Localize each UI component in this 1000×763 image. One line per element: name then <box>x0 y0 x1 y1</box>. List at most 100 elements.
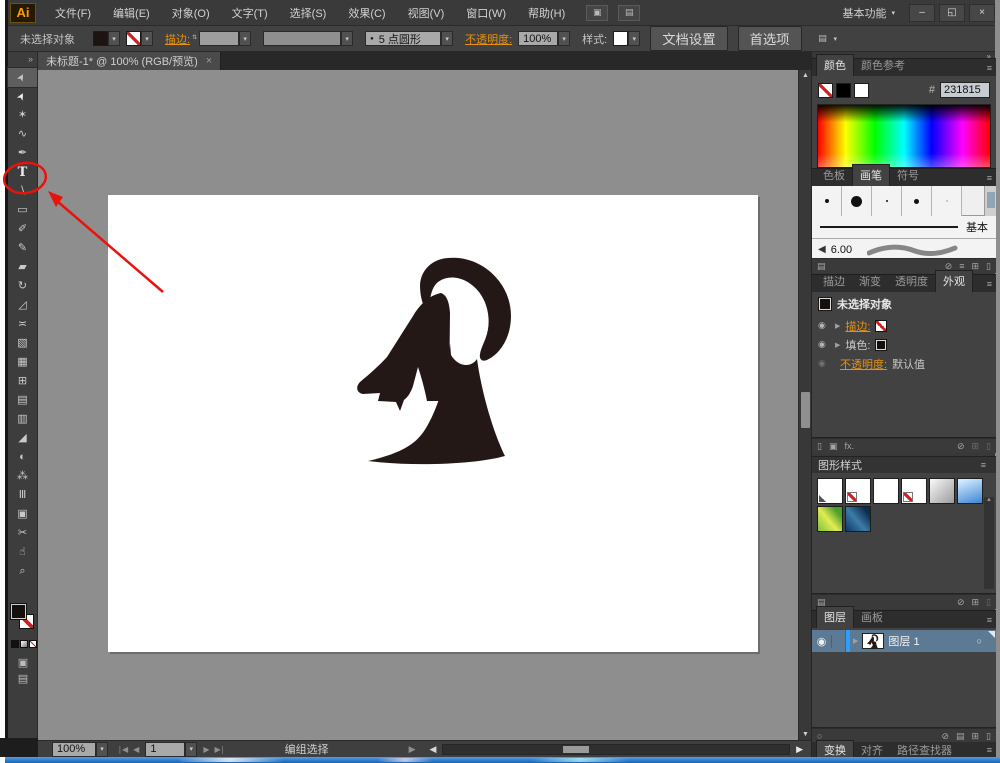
menu-type[interactable]: 文字(T) <box>221 5 279 21</box>
layer-row[interactable]: ◉ ▶ 图层 1 ○ <box>812 630 996 652</box>
none-swatch[interactable] <box>818 83 833 98</box>
tab-align[interactable]: 对齐 <box>854 741 890 759</box>
tool-pen[interactable]: ✒ <box>8 144 37 163</box>
opacity-field[interactable]: 100% <box>518 31 558 46</box>
layer-visibility-eye-icon[interactable]: ◉ <box>812 635 832 648</box>
tool-hand[interactable]: ☝ <box>8 543 37 562</box>
menu-object[interactable]: 对象(O) <box>161 5 221 21</box>
graphic-styles-scrollbar[interactable]: ▲ <box>984 497 994 589</box>
menu-help[interactable]: 帮助(H) <box>517 5 576 21</box>
vertical-scrollbar[interactable]: ▲ ▼ <box>798 70 811 740</box>
fill-color-swatch[interactable] <box>93 31 108 46</box>
tab-gradient[interactable]: 渐变 <box>852 271 888 292</box>
add-effect-icon[interactable]: fx. <box>844 441 854 451</box>
tab-layers[interactable]: 图层 <box>816 606 854 628</box>
brush-item[interactable] <box>842 186 872 216</box>
tool-lasso[interactable]: ∿ <box>8 125 37 144</box>
tool-zoom[interactable]: ⌕ <box>8 562 37 581</box>
tab-close-icon[interactable]: × <box>206 55 212 67</box>
stroke-row-label[interactable]: 描边: <box>845 318 870 334</box>
last-artboard-icon[interactable]: ▶∣ <box>214 745 224 754</box>
delete-brush-icon[interactable]: ▯ <box>986 261 991 272</box>
tool-magic-wand[interactable]: ✶ <box>8 106 37 125</box>
menu-effect[interactable]: 效果(C) <box>337 5 396 21</box>
tool-mesh[interactable]: ▤ <box>8 391 37 410</box>
appearance-row-opacity[interactable]: ◉ 不透明度: 默认值 <box>812 354 996 373</box>
expand-arrow-icon[interactable]: ▶ <box>835 341 840 349</box>
tab-artboards[interactable]: 画板 <box>854 607 890 628</box>
delete-style-icon[interactable]: ▯ <box>986 597 991 608</box>
tool-rotate[interactable]: ↻ <box>8 277 37 296</box>
fill-stroke-indicator[interactable] <box>11 604 37 634</box>
graphic-style-swatch[interactable] <box>957 478 983 504</box>
panel-menu-icon[interactable]: ≡ <box>987 615 992 625</box>
brush-definition-field[interactable]: ● 5 点圆形 <box>365 31 441 46</box>
windows-taskbar[interactable] <box>0 757 1000 763</box>
expand-arrow-icon[interactable]: ▶ <box>835 322 840 330</box>
stroke-dropdown-icon[interactable]: ▾ <box>141 31 153 46</box>
stroke-weight-dropdown-icon[interactable]: ▾ <box>239 31 251 46</box>
layer-name[interactable]: 图层 1 <box>888 633 919 649</box>
new-style-icon[interactable]: ⊞ <box>972 597 980 608</box>
zoom-level-field[interactable]: 100% <box>52 742 96 757</box>
style-swatch[interactable] <box>613 31 628 46</box>
break-link-icon[interactable]: ⊘ <box>957 597 965 608</box>
new-fill-icon[interactable]: ▣ <box>829 441 838 452</box>
tab-stroke[interactable]: 描边 <box>816 271 852 292</box>
menu-edit[interactable]: 编辑(E) <box>102 5 161 21</box>
scroll-up-icon[interactable]: ▲ <box>984 497 994 503</box>
stroke-weight-stepper[interactable]: ⇅ <box>192 36 197 41</box>
arrange-documents-icon[interactable]: ▤ <box>618 5 640 21</box>
delete-layer-icon[interactable]: ▯ <box>986 731 991 742</box>
zoom-dropdown-icon[interactable]: ▾ <box>96 742 108 757</box>
next-artboard-icon[interactable]: ▶ <box>203 745 209 754</box>
graphic-styles-header[interactable]: 图形样式 ≡ <box>812 456 996 473</box>
tool-artboard[interactable]: ▣ <box>8 505 37 524</box>
opacity-panel-link[interactable]: 不透明度: <box>465 31 512 47</box>
workspace-mini-dropdown-icon[interactable]: ▾ <box>834 35 838 43</box>
delete-item-icon[interactable]: ▯ <box>986 441 991 452</box>
brush-libraries-icon[interactable]: ▤ <box>817 261 826 272</box>
brush-item[interactable] <box>812 186 842 216</box>
none-button[interactable] <box>29 640 37 648</box>
tool-eyedropper[interactable]: ◢ <box>8 429 37 448</box>
menu-file[interactable]: 文件(F) <box>44 5 102 21</box>
panel-menu-icon[interactable]: ≡ <box>981 460 986 470</box>
document-tab[interactable]: 未标题-1* @ 100% (RGB/预览) × <box>38 52 221 70</box>
tool-width[interactable]: ≍ <box>8 315 37 334</box>
new-layer-icon[interactable]: ⊞ <box>972 731 980 742</box>
preferences-button[interactable]: 首选项 <box>738 26 802 51</box>
stroke-weight-field[interactable] <box>199 31 239 46</box>
menu-view[interactable]: 视图(V) <box>397 5 456 21</box>
layer-lock-cell[interactable] <box>832 630 846 652</box>
screen-mode-button[interactable]: ▤ <box>8 670 38 689</box>
layer-expand-icon[interactable]: ▶ <box>853 637 858 645</box>
menu-select[interactable]: 选择(S) <box>279 5 338 21</box>
panel-menu-icon[interactable]: ≡ <box>987 173 992 183</box>
workspace-switcher[interactable]: 基本功能 ▾ <box>842 5 895 21</box>
hex-value-field[interactable]: 231815 <box>940 82 990 98</box>
black-swatch[interactable] <box>836 83 851 98</box>
visibility-eye-icon[interactable]: ◉ <box>818 358 830 369</box>
tool-free-transform[interactable]: ▧ <box>8 334 37 353</box>
gradient-button[interactable] <box>20 640 28 648</box>
tab-swatches[interactable]: 色板 <box>816 165 852 186</box>
artboard-dropdown-icon[interactable]: ▾ <box>185 742 197 757</box>
tool-selection[interactable]: ➤ <box>8 68 37 87</box>
stroke-panel-link[interactable]: 描边: <box>165 31 190 47</box>
tool-paintbrush[interactable]: ✐ <box>8 220 37 239</box>
tool-eraser[interactable]: ▰ <box>8 258 37 277</box>
new-stroke-icon[interactable]: ▯ <box>817 441 822 452</box>
tool-shape-builder[interactable]: ▦ <box>8 353 37 372</box>
tool-slice[interactable]: ✂ <box>8 524 37 543</box>
duplicate-item-icon[interactable]: ⊞ <box>972 441 980 452</box>
layer-target-icon[interactable]: ○ <box>977 636 982 646</box>
color-spectrum[interactable] <box>817 104 991 168</box>
brush-scrollbar[interactable] <box>984 186 996 216</box>
vertical-scroll-thumb[interactable] <box>801 392 810 428</box>
hscroll-right-icon[interactable]: ▶ <box>796 744 803 755</box>
panel-menu-icon[interactable]: ≡ <box>987 745 992 755</box>
toolbar-collapse-icon[interactable]: » <box>8 52 37 68</box>
tab-symbols[interactable]: 符号 <box>890 165 926 186</box>
layer-thumbnail[interactable] <box>862 633 884 649</box>
